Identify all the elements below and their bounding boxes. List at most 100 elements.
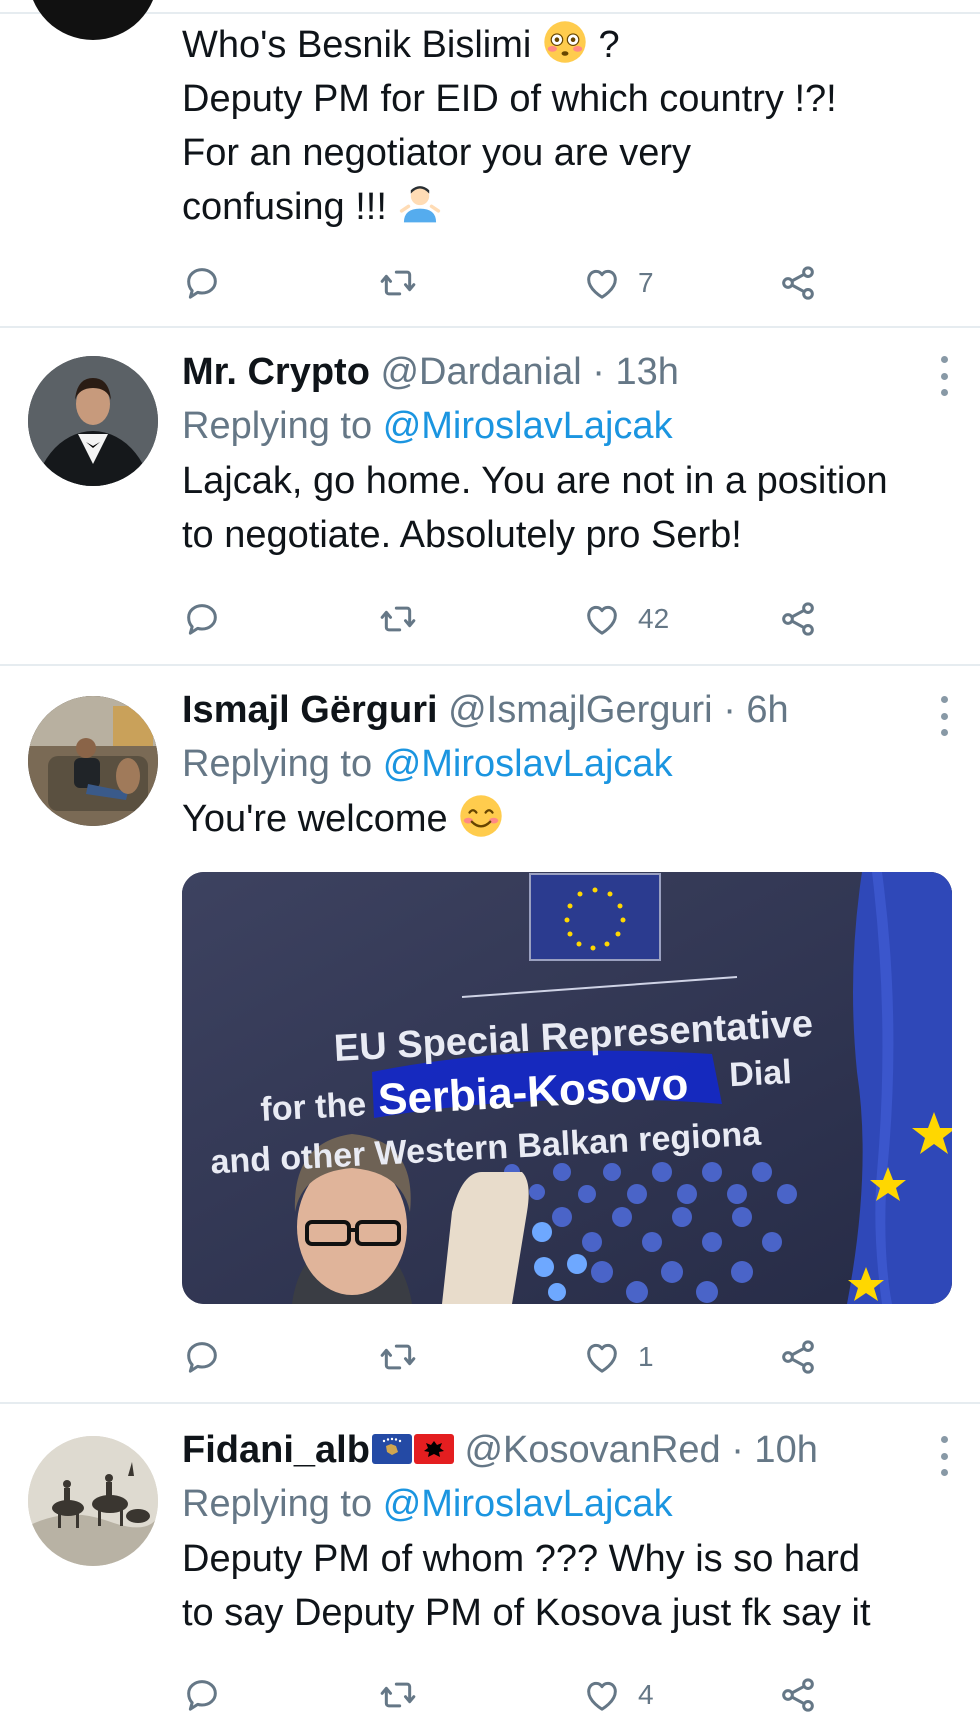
avatar[interactable] xyxy=(28,356,158,486)
share-button[interactable] xyxy=(778,1670,818,1720)
tweet-actions: 1 xyxy=(182,1332,802,1382)
share-button[interactable] xyxy=(778,1332,818,1382)
tweet-content: Ismajl Gërguri @IsmajlGerguri · 6h Reply… xyxy=(182,688,950,846)
tweet-header: Fidani_alb @KosovanRed · 10h xyxy=(182,1428,950,1472)
flushed-face-emoji-icon xyxy=(542,19,588,65)
mention-link[interactable]: @MiroslavLajcak xyxy=(383,405,673,447)
retweet-button[interactable] xyxy=(378,1670,418,1720)
heart-icon xyxy=(582,263,622,303)
retweet-button[interactable] xyxy=(378,594,418,644)
reply-button[interactable] xyxy=(182,1332,222,1382)
retweet-icon xyxy=(378,599,418,639)
tweet-content: Fidani_alb @KosovanRed · 10h Replying to… xyxy=(182,1428,950,1640)
user-handle[interactable]: @IsmajlGerguri xyxy=(448,689,713,731)
like-button[interactable]: 7 xyxy=(582,258,654,308)
like-button[interactable]: 1 xyxy=(582,1332,654,1382)
tweet-text: Who's Besnik Bislimi ? Deputy PM for EID… xyxy=(182,18,950,234)
tweet-text-line: Deputy PM of whom ??? Why is so hard xyxy=(182,1538,860,1580)
share-icon xyxy=(778,599,818,639)
reply-button[interactable] xyxy=(182,1670,222,1720)
smiling-face-emoji-icon xyxy=(458,793,504,839)
tweet-body: Lajcak, go home. You are not in a positi… xyxy=(182,454,950,562)
share-button[interactable] xyxy=(778,594,818,644)
replying-to: Replying to @MiroslavLajcak xyxy=(182,740,950,788)
reply-button[interactable] xyxy=(182,594,222,644)
more-options-icon[interactable] xyxy=(938,696,950,736)
tweet-feed: Who's Besnik Bislimi ? Deputy PM for EID… xyxy=(0,0,980,1728)
image-text-line: for the xyxy=(259,1085,367,1128)
share-icon xyxy=(778,263,818,303)
tweet-body: You're welcome xyxy=(182,792,950,846)
tweet-text-line: For an negotiator you are very xyxy=(182,132,692,174)
avatar-image xyxy=(28,1436,158,1566)
user-handle[interactable]: @Dardanial xyxy=(380,351,581,393)
albania-flag-icon xyxy=(414,1434,454,1464)
reply-icon xyxy=(182,1675,222,1715)
heart-icon xyxy=(582,599,622,639)
tweet-text-line: confusing !!! xyxy=(182,186,387,228)
retweet-icon xyxy=(378,263,418,303)
tweet-text-line: to negotiate. Absolutely pro Serb! xyxy=(182,514,742,556)
heart-icon xyxy=(582,1675,622,1715)
replying-to: Replying to @MiroslavLajcak xyxy=(182,1480,950,1528)
tweet-text-line: ? xyxy=(598,24,620,66)
mention-link[interactable]: @MiroslavLajcak xyxy=(383,1483,673,1525)
like-button[interactable]: 4 xyxy=(582,1670,654,1720)
user-name[interactable]: Fidani_alb xyxy=(182,1429,370,1471)
like-button[interactable]: 42 xyxy=(582,594,669,644)
more-options-icon[interactable] xyxy=(938,356,950,396)
tweet-actions: 4 xyxy=(182,1670,802,1720)
replying-to-label: Replying to xyxy=(182,743,373,785)
avatar[interactable] xyxy=(28,0,158,40)
tweet-text-line: Lajcak, go home. You are not in a positi… xyxy=(182,460,888,502)
share-icon xyxy=(778,1337,818,1377)
tweet-text-line: You're welcome xyxy=(182,798,448,840)
avatar-image xyxy=(28,356,158,486)
kosovo-flag-icon xyxy=(372,1434,412,1464)
reply-button[interactable] xyxy=(182,258,222,308)
eu-special-representative-photo: EU Special Representative for the Serbia… xyxy=(182,872,952,1304)
divider xyxy=(0,1402,980,1404)
user-handle[interactable]: @KosovanRed xyxy=(464,1429,720,1471)
tweet-time: · 10h xyxy=(731,1429,818,1471)
tweet-body: Deputy PM of whom ??? Why is so hard to … xyxy=(182,1532,950,1640)
like-count: 4 xyxy=(638,1679,654,1710)
share-button[interactable] xyxy=(778,258,818,308)
tweet-body: Who's Besnik Bislimi ? Deputy PM for EID… xyxy=(182,18,950,234)
tweet-header: Ismajl Gërguri @IsmajlGerguri · 6h xyxy=(182,688,950,732)
divider xyxy=(0,664,980,666)
mention-link[interactable]: @MiroslavLajcak xyxy=(383,743,673,785)
more-options-icon[interactable] xyxy=(938,1436,950,1476)
tweet-header: Mr. Crypto @Dardanial · 13h xyxy=(182,350,950,394)
avatar-image xyxy=(28,696,158,826)
retweet-icon xyxy=(378,1675,418,1715)
divider xyxy=(0,12,980,14)
share-icon xyxy=(778,1675,818,1715)
heart-icon xyxy=(582,1337,622,1377)
user-name[interactable]: Ismajl Gërguri xyxy=(182,689,438,731)
tweet-time: · 6h xyxy=(723,689,789,731)
tweet-text-line: Who's Besnik Bislimi xyxy=(182,24,532,66)
tweet-actions: 42 xyxy=(182,594,802,644)
reply-icon xyxy=(182,263,222,303)
retweet-icon xyxy=(378,1337,418,1377)
avatar[interactable] xyxy=(28,1436,158,1566)
image-text-line: Dial xyxy=(728,1053,792,1094)
replying-to-label: Replying to xyxy=(182,405,373,447)
tweet-time: · 13h xyxy=(592,351,679,393)
tweet-actions: 7 xyxy=(182,258,802,308)
tweet-text-line: Deputy PM for EID of which country !?! xyxy=(182,78,837,120)
like-count: 7 xyxy=(638,267,654,298)
replying-to: Replying to @MiroslavLajcak xyxy=(182,402,950,450)
divider xyxy=(0,326,980,328)
retweet-button[interactable] xyxy=(378,258,418,308)
tweet-content: Mr. Crypto @Dardanial · 13h Replying to … xyxy=(182,350,950,562)
avatar[interactable] xyxy=(28,696,158,826)
retweet-button[interactable] xyxy=(378,1332,418,1382)
replying-to-label: Replying to xyxy=(182,1483,373,1525)
tweet-text-line: to say Deputy PM of Kosova just fk say i… xyxy=(182,1592,871,1634)
like-count: 42 xyxy=(638,603,670,634)
tweet-image[interactable]: EU Special Representative for the Serbia… xyxy=(182,872,952,1304)
man-shrugging-emoji-icon xyxy=(397,181,443,227)
user-name[interactable]: Mr. Crypto xyxy=(182,351,370,393)
